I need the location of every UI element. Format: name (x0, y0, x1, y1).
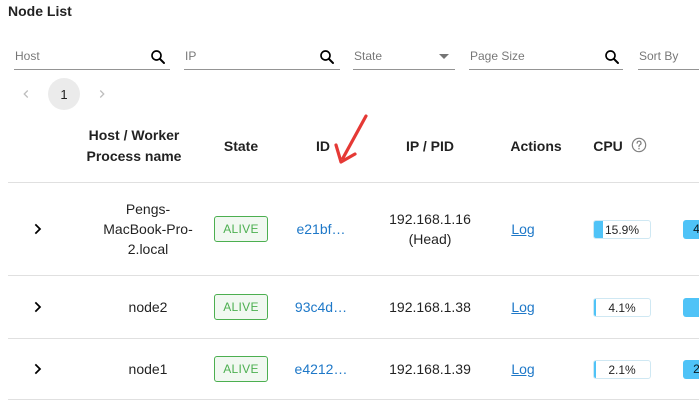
memory-progress-bar (683, 297, 699, 317)
column-header-host-line2: Process name (86, 148, 182, 164)
row-divider (8, 399, 699, 400)
memory-progress-bar: 4 (683, 219, 699, 239)
memory-cell: 4 (683, 183, 699, 275)
node-id-link[interactable]: e21bf… (290, 183, 352, 275)
search-icon[interactable] (318, 48, 336, 66)
log-link[interactable]: Log (511, 221, 534, 237)
state-cell: ALIVE (206, 339, 276, 399)
actions-cell: Log (500, 183, 546, 275)
status-badge: ALIVE (214, 294, 268, 320)
host-filter[interactable]: Host (14, 44, 170, 70)
page-title: Node List (8, 3, 72, 19)
ip-cell: 192.168.1.39 (368, 339, 492, 399)
red-arrow-icon (334, 114, 368, 164)
help-circle-icon[interactable] (631, 137, 647, 153)
cpu-cell: 2.1% (592, 339, 652, 399)
column-header-host-line1: Host / Worker (88, 127, 180, 143)
actions-cell: Log (500, 339, 546, 399)
column-header-state: State (223, 138, 259, 154)
column-header-ip-pid: IP / PID (406, 138, 454, 154)
expand-row-button[interactable] (26, 339, 50, 399)
sort-by-filter-label: Sort By (639, 49, 679, 63)
state-cell: ALIVE (206, 276, 276, 338)
cpu-progress-bar: 4.1% (593, 297, 651, 317)
cpu-cell: 15.9% (592, 183, 652, 275)
host-name-line: MacBook-Pro- (103, 221, 193, 237)
chevron-right-icon (34, 301, 42, 313)
cpu-progress-bar: 15.9% (593, 219, 651, 239)
host-cell: Pengs- MacBook-Pro- 2.local (70, 183, 226, 275)
state-cell: ALIVE (206, 183, 276, 275)
ip-role: (Head) (408, 231, 452, 247)
node-id-link[interactable]: e4212… (290, 339, 352, 399)
sort-by-filter[interactable]: Sort By (638, 44, 699, 70)
memory-cell: 2 (683, 339, 699, 399)
table-row: Pengs- MacBook-Pro- 2.local ALIVE e21bf…… (0, 183, 699, 275)
table-row: node1 ALIVE e4212… 192.168.1.39 Log 2.1%… (0, 339, 699, 399)
ip-address: 192.168.1.38 (389, 299, 471, 315)
pagination-prev-button[interactable] (14, 82, 38, 106)
node-id-link[interactable]: 93c4d… (290, 276, 352, 338)
host-name-line: Pengs- (125, 201, 171, 217)
pagination-page-1[interactable]: 1 (48, 78, 80, 110)
column-header-host: Host / Worker Process name (74, 125, 194, 167)
host-cell: node1 (70, 339, 226, 399)
actions-cell: Log (500, 276, 546, 338)
ip-filter[interactable]: IP (184, 44, 340, 70)
pagination-next-button[interactable] (90, 82, 114, 106)
expand-row-button[interactable] (26, 276, 50, 338)
cpu-percent: 4.1% (608, 300, 636, 315)
search-icon[interactable] (149, 48, 167, 66)
host-name-line: 2.local (127, 241, 169, 257)
ip-cell: 192.168.1.16 (Head) (368, 183, 492, 275)
state-filter[interactable]: State (353, 44, 455, 70)
cpu-progress-bar: 2.1% (593, 359, 651, 379)
state-filter-label: State (354, 49, 383, 63)
host-filter-label: Host (15, 49, 40, 63)
host-name-line: node1 (128, 361, 168, 377)
cpu-percent: 2.1% (608, 362, 636, 377)
memory-cell (683, 276, 699, 338)
ip-address: 192.168.1.16 (389, 211, 471, 227)
column-header-cpu: CPU (593, 138, 623, 154)
log-link[interactable]: Log (511, 361, 534, 377)
status-badge: ALIVE (214, 216, 268, 242)
caret-down-icon[interactable] (439, 54, 449, 59)
search-icon[interactable] (603, 48, 621, 66)
node-list-panel: Node List Host IP State Page Size Sort B… (0, 0, 699, 404)
log-link[interactable]: Log (511, 299, 534, 315)
column-header-actions: Actions (510, 138, 562, 154)
host-cell: node2 (70, 276, 226, 338)
ip-filter-label: IP (185, 49, 197, 63)
expand-row-button[interactable] (26, 183, 50, 275)
table-row: node2 ALIVE 93c4d… 192.168.1.38 Log 4.1% (0, 276, 699, 338)
chevron-left-icon (23, 90, 29, 98)
page-size-filter-label: Page Size (470, 49, 525, 63)
chevron-right-icon (99, 90, 105, 98)
ip-address: 192.168.1.39 (389, 361, 471, 377)
chevron-right-icon (34, 223, 42, 235)
ip-cell: 192.168.1.38 (368, 276, 492, 338)
cpu-cell: 4.1% (592, 276, 652, 338)
status-badge: ALIVE (214, 356, 268, 382)
memory-progress-bar: 2 (683, 359, 699, 379)
cpu-percent: 15.9% (604, 222, 640, 237)
page-size-filter[interactable]: Page Size (469, 44, 623, 70)
host-name-line: node2 (128, 299, 168, 315)
chevron-right-icon (34, 363, 42, 375)
